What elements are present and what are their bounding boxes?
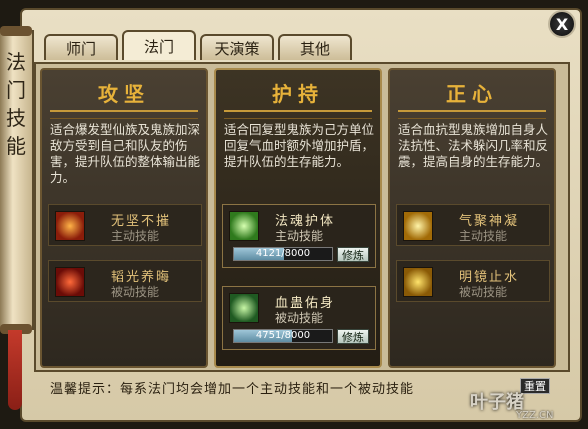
practice-button[interactable]: 修炼 [337,329,369,344]
scroll-rod-top [0,26,32,36]
skill-mingjingzhishui[interactable]: 明镜止水 被动技能 [396,260,550,302]
tab-shimen[interactable]: 师门 [44,34,118,60]
skill-type: 被动技能 [111,285,160,299]
column-zhengxin: 正心 适合血抗型鬼族增加自身人法抗性、法术躲闪几率和反震，提高自身的生存能力。 … [388,68,556,368]
side-scroll: 法门技能 [0,26,34,334]
skill-type: 被动技能 [275,311,324,325]
column-huchi: 护持 适合回复型鬼族为己方单位回复气血时额外增加护盾，提升队伍的生存能力。 法魂… [214,68,382,368]
title-divider [398,110,546,119]
skill-type: 主动技能 [111,229,160,243]
red-tassel-icon [8,330,22,410]
tab-bar: 师门 法门 天演策 其他 [44,30,352,60]
game-window: 法门技能 X 师门 法门 天演策 其他 攻坚 适合爆发型仙族及鬼族加深敌方受到自… [0,0,588,429]
progress-text: 4751/8000 [255,330,311,341]
tab-tianyance[interactable]: 天演策 [200,34,274,60]
green-vortex-icon [229,293,259,323]
column-title: 护持 [272,82,324,106]
skill-type: 主动技能 [459,229,508,243]
skill-progress-bar: 4751/8000 [233,329,333,343]
title-divider [224,110,372,119]
close-button[interactable]: X [548,10,576,38]
tab-famen[interactable]: 法门 [122,30,196,60]
reset-button[interactable]: 重置 [520,378,550,394]
green-spirit-icon [229,211,259,241]
skill-progress-bar: 4121/8000 [233,247,333,261]
column-title: 正心 [446,82,498,106]
progress-text: 4121/8000 [255,248,311,259]
skill-type: 主动技能 [275,229,324,243]
tab-other[interactable]: 其他 [278,34,352,60]
skill-fahunhuti[interactable]: 法魂护体 主动技能 4121/8000 修炼 [222,204,376,268]
column-title: 攻坚 [98,82,150,106]
practice-button[interactable]: 修炼 [337,247,369,262]
column-description: 适合回复型鬼族为己方单位回复气血时额外增加护盾，提升队伍的生存能力。 [224,122,375,169]
skill-taoguangyanghui[interactable]: 韬光养晦 被动技能 [48,260,202,302]
column-gongjian: 攻坚 适合爆发型仙族及鬼族加深敌方受到自己和队友的伤害，提升队伍的整体输出能力。… [40,68,208,368]
skill-qijushenning[interactable]: 气聚神凝 主动技能 [396,204,550,246]
watermark-site: YZZ.CN [516,410,554,421]
title-divider [50,110,198,119]
skill-type: 被动技能 [459,285,508,299]
golden-monk-icon [403,211,433,241]
skill-xueguyoushen[interactable]: 血蛊佑身 被动技能 4751/8000 修炼 [222,286,376,350]
skill-wujianbucui[interactable]: 无坚不摧 主动技能 [48,204,202,246]
fire-warrior-icon [55,211,85,241]
column-description: 适合血抗型鬼族增加自身人法抗性、法术躲闪几率和反震，提高自身的生存能力。 [398,122,549,169]
footer-tip: 温馨提示：每系法门均会增加一个主动技能和一个被动技能 [50,382,415,397]
famen-content: 攻坚 适合爆发型仙族及鬼族加深敌方受到自己和队友的伤害，提升队伍的整体输出能力。… [34,62,570,372]
side-title: 法门技能 [6,50,26,158]
golden-burst-icon [403,267,433,297]
column-description: 适合爆发型仙族及鬼族加深敌方受到自己和队友的伤害，提升队伍的整体输出能力。 [50,122,201,185]
red-flame-icon [55,267,85,297]
